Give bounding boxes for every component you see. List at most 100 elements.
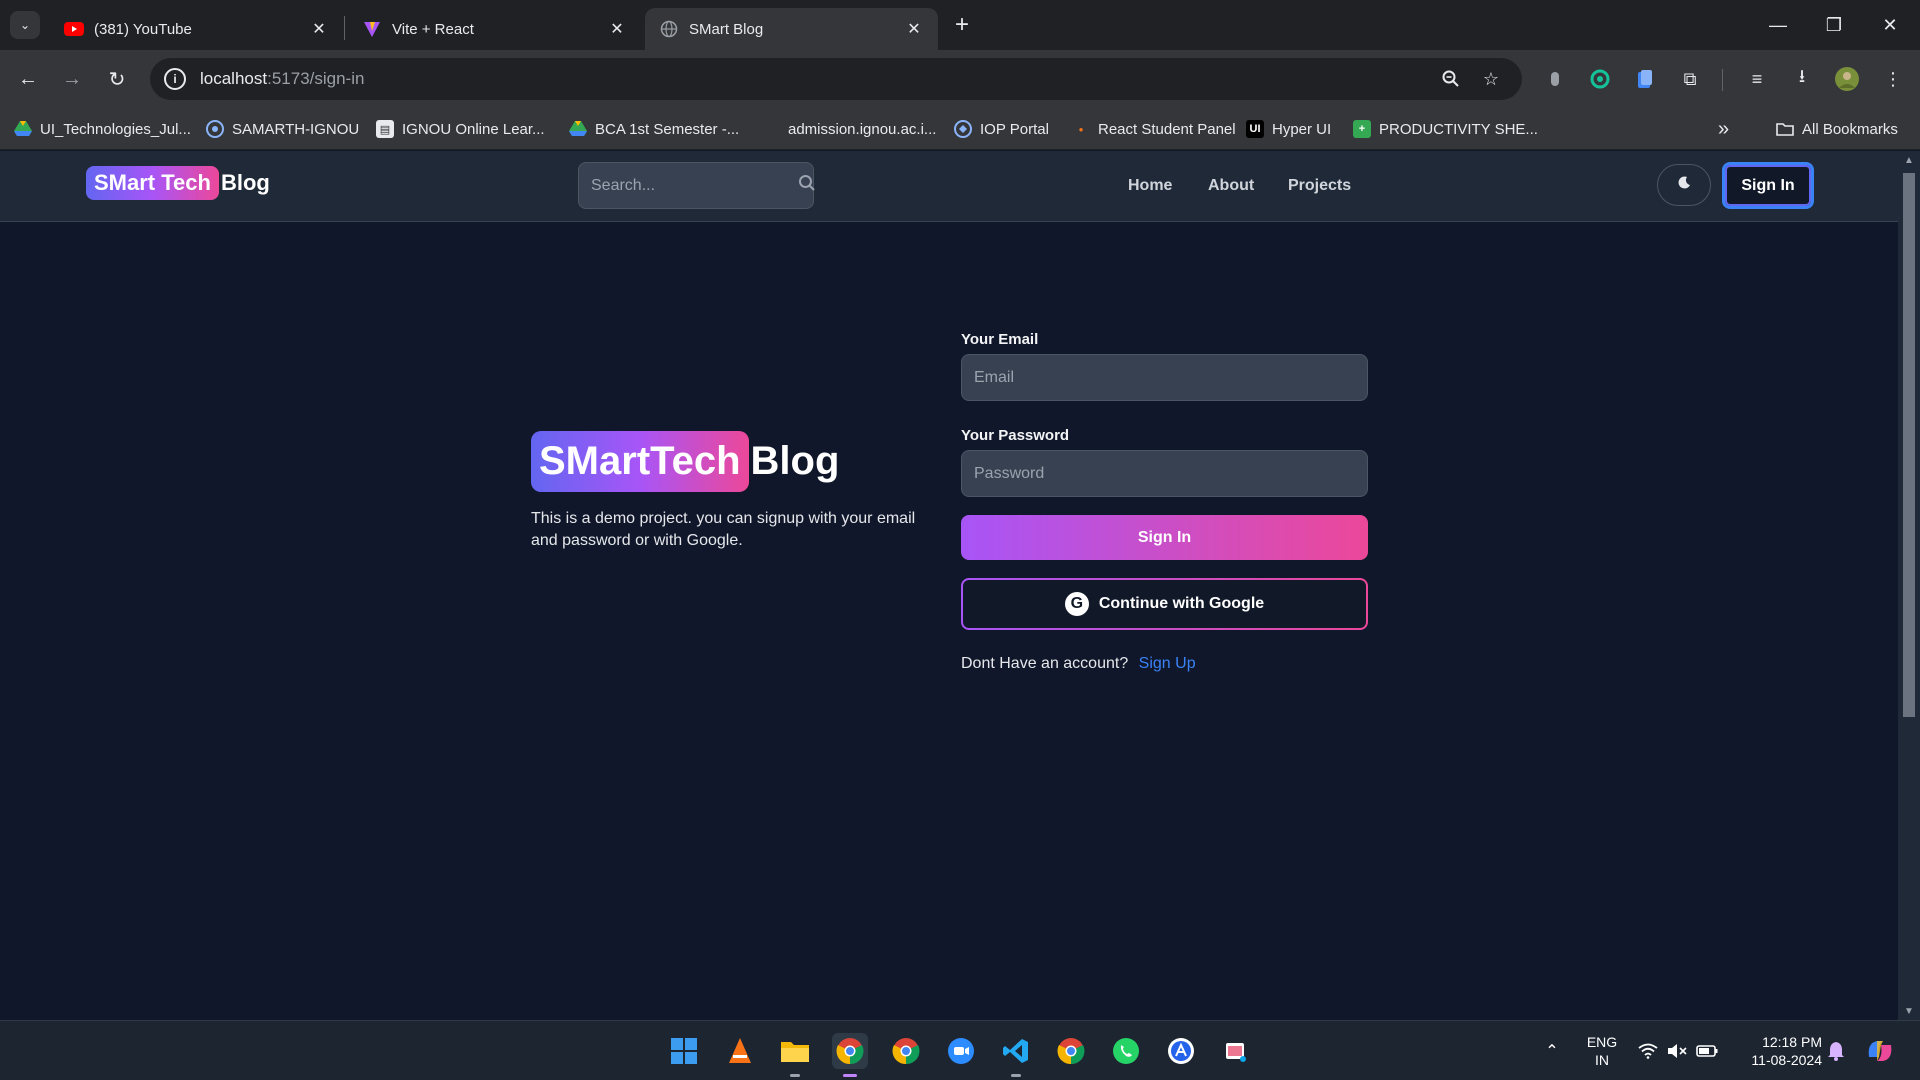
- nav-projects[interactable]: Projects: [1288, 177, 1351, 195]
- email-field[interactable]: [961, 354, 1368, 401]
- header-signin-button[interactable]: Sign In: [1722, 162, 1814, 209]
- folder-icon: [1776, 120, 1794, 138]
- toolbar-divider: [1722, 69, 1723, 91]
- bookmark-bca-semester[interactable]: BCA 1st Semester -...: [569, 118, 739, 140]
- reload-button[interactable]: ↻: [101, 63, 133, 95]
- search-icon[interactable]: [798, 174, 816, 197]
- docs-extension-icon[interactable]: [1630, 64, 1660, 94]
- bookmark-admission-ignou[interactable]: admission.ignou.ac.i...: [788, 118, 936, 140]
- bookmark-react-student-panel[interactable]: ● React Student Panel: [1072, 118, 1236, 140]
- iop-icon: [954, 120, 972, 138]
- more-bookmarks-button[interactable]: »: [1718, 118, 1729, 140]
- scroll-down-icon[interactable]: ▼: [1898, 1002, 1920, 1020]
- chrome-icon[interactable]: [888, 1033, 924, 1069]
- chevron-up-icon[interactable]: ⌃: [1534, 1033, 1570, 1069]
- scroll-up-icon[interactable]: ▲: [1898, 151, 1920, 169]
- zoom-app-icon[interactable]: [943, 1033, 979, 1069]
- password-group: Your Password: [961, 427, 1368, 497]
- google-signin-button[interactable]: G Continue with Google: [961, 578, 1368, 630]
- site-logo[interactable]: SMart Tech Blog: [86, 166, 270, 200]
- nav-home[interactable]: Home: [1128, 177, 1172, 195]
- nav-about[interactable]: About: [1208, 177, 1254, 195]
- bookmark-label: IOP Portal: [980, 120, 1049, 138]
- url-host: localhost: [200, 69, 268, 88]
- close-icon: ✕: [1882, 14, 1898, 35]
- tab-search-button[interactable]: ⌄: [10, 11, 40, 39]
- windows-taskbar: ⌃ ENG IN 12:18 PM 11-08-2024: [0, 1020, 1920, 1080]
- extensions-puzzle-icon[interactable]: ⧉: [1675, 64, 1705, 94]
- google-button-label: Continue with Google: [1098, 595, 1265, 612]
- all-bookmarks-button[interactable]: All Bookmarks: [1776, 118, 1898, 140]
- battery-icon[interactable]: [1689, 1033, 1725, 1069]
- notification-bell-icon[interactable]: [1818, 1033, 1854, 1069]
- site-info-icon[interactable]: i: [164, 68, 186, 90]
- bookmark-ignou-online[interactable]: ▤ IGNOU Online Lear...: [376, 118, 545, 140]
- dot-icon: ●: [1078, 124, 1084, 134]
- extension-icon[interactable]: [1540, 64, 1570, 94]
- vite-icon: [362, 19, 382, 39]
- chrome-profile-icon[interactable]: [832, 1033, 868, 1077]
- search-input[interactable]: [591, 176, 798, 195]
- tab-title: (381) YouTube: [94, 20, 192, 38]
- profile-avatar[interactable]: [1832, 64, 1862, 94]
- theme-toggle-button[interactable]: [1657, 164, 1711, 206]
- close-window-button[interactable]: ✕: [1870, 10, 1910, 40]
- bookmark-ui-technologies[interactable]: UI_Technologies_Jul...: [14, 118, 191, 140]
- restore-button[interactable]: ❐: [1814, 10, 1854, 40]
- url-text[interactable]: localhost:5173/sign-in: [200, 69, 364, 89]
- star-icon[interactable]: ☆: [1480, 68, 1502, 90]
- drive-icon: [14, 120, 32, 138]
- page-scrollbar[interactable]: ▲ ▼: [1898, 151, 1920, 1020]
- minimize-button[interactable]: —: [1758, 10, 1798, 40]
- vlc-icon[interactable]: [722, 1033, 758, 1069]
- bookmark-productivity[interactable]: + PRODUCTIVITY SHE...: [1353, 118, 1538, 140]
- clock[interactable]: 12:18 PM 11-08-2024: [1732, 1033, 1822, 1069]
- whatsapp-icon[interactable]: [1108, 1033, 1144, 1069]
- tab-vite-react[interactable]: Vite + React ✕: [348, 8, 641, 50]
- close-icon[interactable]: ✕: [904, 19, 924, 39]
- file-explorer-icon[interactable]: [777, 1033, 813, 1077]
- password-label: Your Password: [961, 427, 1070, 444]
- grammarly-icon[interactable]: [1585, 64, 1615, 94]
- back-button[interactable]: ←: [12, 63, 44, 95]
- tab-youtube[interactable]: (381) YouTube ✕: [50, 8, 343, 50]
- snipping-tool-icon[interactable]: [1218, 1033, 1254, 1069]
- download-icon[interactable]: ⭳: [1787, 64, 1817, 94]
- bookmark-iop-portal[interactable]: IOP Portal: [954, 118, 1049, 140]
- copilot-icon[interactable]: [1862, 1033, 1898, 1069]
- chrome-alt-icon[interactable]: [1053, 1033, 1089, 1069]
- active-indicator: [843, 1074, 857, 1077]
- plus-icon: +: [954, 11, 969, 38]
- close-icon[interactable]: ✕: [309, 19, 329, 39]
- samarth-icon: [206, 120, 224, 138]
- tab-title: SMart Blog: [689, 20, 764, 38]
- zoom-icon[interactable]: [1440, 68, 1462, 90]
- app-store-icon[interactable]: [1163, 1033, 1199, 1069]
- close-icon[interactable]: ✕: [607, 19, 627, 39]
- address-bar[interactable]: i localhost:5173/sign-in ☆: [150, 58, 1522, 100]
- scrollbar-thumb[interactable]: [1903, 173, 1915, 717]
- reload-icon: ↻: [108, 68, 126, 91]
- windows-start-icon[interactable]: [666, 1033, 702, 1069]
- bookmark-label: UI_Technologies_Jul...: [40, 120, 191, 138]
- vscode-icon[interactable]: [998, 1033, 1034, 1077]
- forward-button[interactable]: →: [56, 63, 88, 95]
- signin-submit-button[interactable]: Sign In: [961, 515, 1368, 560]
- more-menu-icon[interactable]: ⋮: [1878, 64, 1908, 94]
- email-label: Your Email: [961, 331, 1039, 348]
- hero-logo: SMartTech Blog: [531, 431, 941, 492]
- tab-smart-blog[interactable]: SMart Blog ✕: [645, 8, 938, 50]
- page-viewport: SMart Tech Blog Home About Projects Sign…: [0, 151, 1898, 1020]
- bookmark-hyper-ui[interactable]: UI Hyper UI: [1246, 118, 1331, 140]
- signup-link[interactable]: Sign Up: [1139, 655, 1196, 672]
- media-control-icon[interactable]: ≡: [1742, 64, 1772, 94]
- search-field[interactable]: [578, 162, 816, 209]
- password-field[interactable]: [961, 450, 1368, 497]
- youtube-icon: [64, 19, 84, 39]
- bookmark-samarth-ignou[interactable]: SAMARTH-IGNOU: [206, 118, 359, 140]
- bookmark-label: Hyper UI: [1272, 120, 1332, 138]
- intro-description: This is a demo project. you can signup w…: [531, 510, 916, 549]
- new-tab-button[interactable]: +: [948, 12, 976, 40]
- language-indicator[interactable]: ENG IN: [1582, 1033, 1622, 1069]
- url-path: :5173/sign-in: [267, 69, 365, 88]
